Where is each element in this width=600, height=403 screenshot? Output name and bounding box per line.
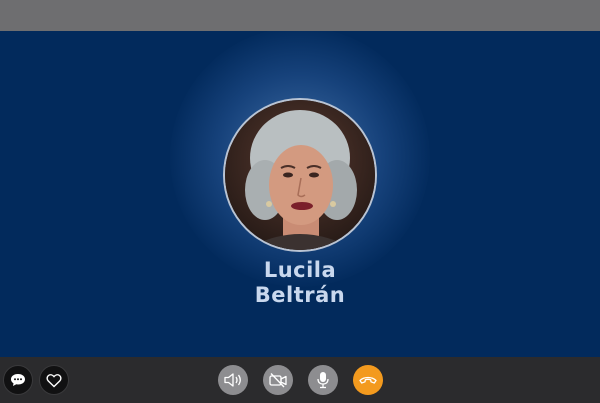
chat-bubble-icon [11, 374, 25, 386]
chat-button[interactable] [3, 365, 33, 395]
hang-up-button[interactable] [353, 365, 383, 395]
top-bar [0, 0, 600, 31]
favorite-button[interactable] [39, 365, 69, 395]
call-controls-bar [0, 357, 600, 403]
video-toggle-button[interactable] [263, 365, 293, 395]
caller-first-name: Lucila [263, 258, 337, 282]
speaker-icon [224, 373, 241, 387]
microphone-icon [317, 372, 329, 389]
caller-avatar [223, 98, 377, 252]
hang-up-icon [359, 376, 377, 384]
heart-icon [46, 373, 62, 387]
microphone-button[interactable] [308, 365, 338, 395]
caller-last-name: Beltrán [254, 283, 346, 307]
speaker-button[interactable] [218, 365, 248, 395]
video-off-icon [269, 373, 287, 388]
